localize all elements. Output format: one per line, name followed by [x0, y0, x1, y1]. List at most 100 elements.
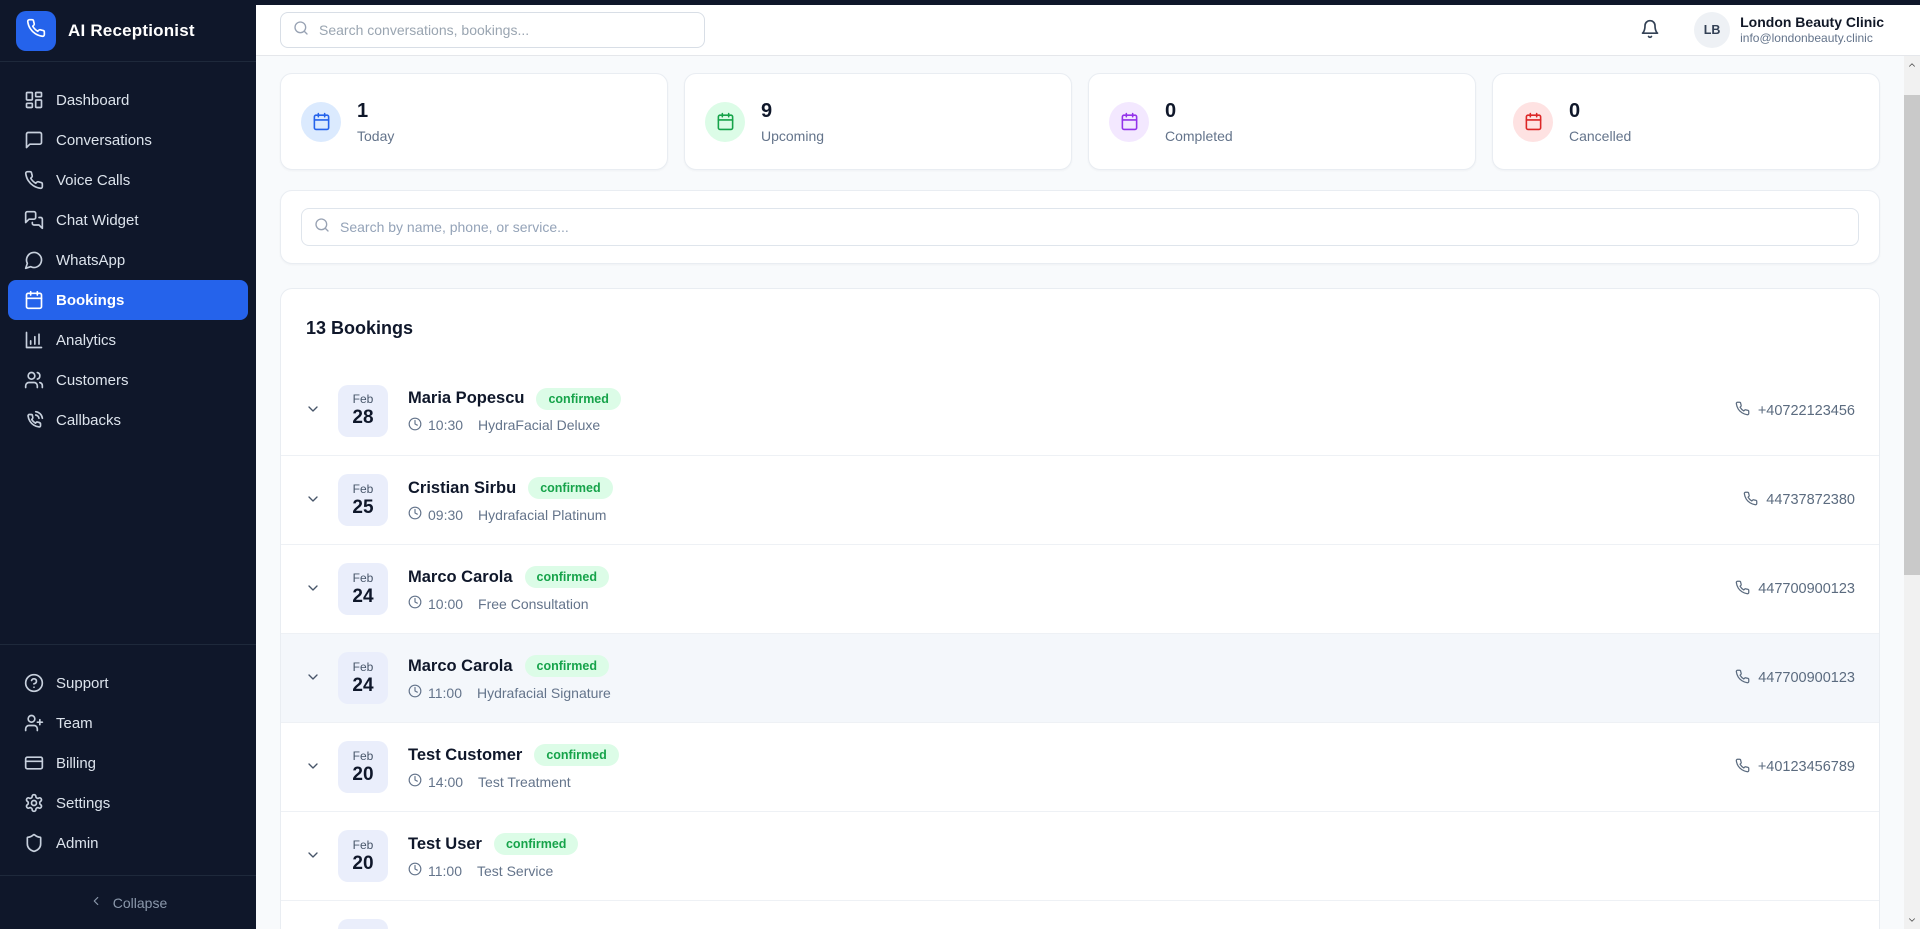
expand-booking-button[interactable]	[305, 491, 321, 510]
status-badge: confirmed	[525, 655, 609, 677]
booking-time: 09:30	[428, 507, 463, 523]
sidebar-item-label: Dashboard	[56, 92, 129, 109]
booking-service: Test Service	[477, 863, 553, 879]
chevron-down-icon	[305, 401, 321, 420]
top-header: LB London Beauty Clinic info@londonbeaut…	[256, 5, 1920, 56]
date-badge: Feb28	[338, 385, 388, 437]
booking-time: 14:00	[428, 774, 463, 790]
search-icon	[314, 217, 330, 238]
booking-row[interactable]: Feb28Maria Popescuconfirmed10:30HydraFac…	[281, 366, 1879, 455]
booking-row[interactable]: FebCristian Sirbuconfirmed	[281, 900, 1879, 929]
status-badge: confirmed	[528, 477, 612, 499]
global-search-input[interactable]	[319, 22, 692, 38]
stat-text: 1Today	[357, 100, 394, 144]
analytics-icon	[24, 330, 44, 350]
sidebar-item-label: WhatsApp	[56, 252, 125, 269]
header-right: LB London Beauty Clinic info@londonbeaut…	[1640, 12, 1884, 48]
clock-icon	[408, 684, 422, 701]
vertical-scrollbar[interactable]	[1904, 56, 1920, 929]
expand-booking-button[interactable]	[305, 401, 321, 420]
date-day: 20	[352, 764, 373, 786]
date-day: 24	[352, 675, 373, 697]
sidebar-item-settings[interactable]: Settings	[8, 783, 248, 823]
stat-card-upcoming: 9Upcoming	[684, 73, 1072, 170]
customer-name: Cristian Sirbu	[408, 479, 516, 498]
customer-name: Marco Carola	[408, 568, 513, 587]
bookings-search	[301, 208, 1859, 246]
help-circle-icon	[24, 673, 44, 693]
clock-icon	[408, 862, 422, 879]
status-badge: confirmed	[525, 566, 609, 588]
search-icon	[293, 20, 309, 41]
callbacks-icon	[24, 410, 44, 430]
bookings-heading: 13 Bookings	[281, 318, 1879, 339]
bookings-search-input[interactable]	[340, 219, 1846, 235]
notifications-button[interactable]	[1640, 19, 1660, 42]
chevron-down-icon	[305, 669, 321, 688]
stat-value: 0	[1165, 100, 1233, 123]
status-badge: confirmed	[494, 833, 578, 855]
booking-row[interactable]: Feb20 Test Customerconfirmed14:00Test Tre…	[281, 722, 1879, 811]
gear-icon	[24, 793, 44, 813]
sidebar-item-label: Callbacks	[56, 412, 121, 429]
stat-value: 0	[1569, 100, 1631, 123]
sidebar-item-whatsapp[interactable]: WhatsApp	[8, 240, 248, 280]
bell-icon	[1640, 19, 1660, 42]
scroll-up-button[interactable]	[1904, 56, 1920, 74]
phone-icon	[1735, 758, 1750, 777]
clock-icon	[408, 506, 422, 523]
sidebar-item-label: Conversations	[56, 132, 152, 149]
booking-row[interactable]: Feb25Cristian Sirbuconfirmed09:30Hydrafa…	[281, 455, 1879, 544]
sidebar-item-chat-widget[interactable]: Chat Widget	[8, 200, 248, 240]
sidebar-item-voice-calls[interactable]: Voice Calls	[8, 160, 248, 200]
phone-icon	[1735, 580, 1750, 599]
scrollbar-thumb[interactable]	[1904, 95, 1920, 575]
sidebar-item-dashboard[interactable]: Dashboard	[8, 80, 248, 120]
account-email: info@londonbeauty.clinic	[1740, 31, 1884, 47]
date-month: Feb	[353, 482, 374, 496]
date-badge: Feb20	[338, 830, 388, 882]
app-logo	[16, 11, 56, 51]
expand-booking-button[interactable]	[305, 580, 321, 599]
sidebar-item-conversations[interactable]: Conversations	[8, 120, 248, 160]
sidebar-spacer	[0, 440, 256, 644]
chevron-down-icon	[305, 491, 321, 510]
sidebar-item-billing[interactable]: Billing	[8, 743, 248, 783]
sidebar-item-customers[interactable]: Customers	[8, 360, 248, 400]
booking-phone: 447700900123	[1735, 580, 1855, 599]
calendar-icon	[24, 290, 44, 310]
sidebar-item-admin[interactable]: Admin	[8, 823, 248, 863]
phone-icon	[26, 18, 46, 43]
sidebar-item-analytics[interactable]: Analytics	[8, 320, 248, 360]
account-menu[interactable]: LB London Beauty Clinic info@londonbeaut…	[1694, 12, 1884, 48]
expand-booking-button[interactable]	[305, 669, 321, 688]
sidebar-item-callbacks[interactable]: Callbacks	[8, 400, 248, 440]
phone-icon	[1735, 401, 1750, 420]
customer-name: Marco Carola	[408, 657, 513, 676]
sidebar-item-support[interactable]: Support	[8, 663, 248, 703]
date-month: Feb	[353, 749, 374, 763]
booking-row[interactable]: Feb20Test Userconfirmed11:00Test Service	[281, 811, 1879, 900]
booking-row[interactable]: Feb24Marco Carolaconfirmed11:00Hydrafaci…	[281, 633, 1879, 722]
sidebar-item-team[interactable]: Team	[8, 703, 248, 743]
expand-booking-button[interactable]	[305, 847, 321, 866]
phone-icon	[1743, 491, 1758, 510]
sidebar-item-bookings[interactable]: Bookings	[8, 280, 248, 320]
sidebar-collapse-button[interactable]: Collapse	[0, 875, 256, 929]
booking-main: Test Customerconfirmed14:00Test Treatmen…	[408, 744, 619, 790]
calendar-icon	[1109, 102, 1149, 142]
booking-service: Free Consultation	[478, 596, 589, 612]
expand-booking-button[interactable]	[305, 758, 321, 777]
booking-phone: 44737872380	[1743, 491, 1855, 510]
conversations-icon	[24, 130, 44, 150]
clock-icon	[408, 773, 422, 790]
sidebar-item-label: Voice Calls	[56, 172, 130, 189]
booking-service: Hydrafacial Signature	[477, 685, 611, 701]
booking-row[interactable]: Feb24Marco Carolaconfirmed10:00Free Cons…	[281, 544, 1879, 633]
shield-icon	[24, 833, 44, 853]
booking-time: 11:00	[428, 685, 462, 701]
whatsapp-icon	[24, 250, 44, 270]
phone-number: +40722123456	[1758, 403, 1855, 419]
date-month: Feb	[353, 571, 374, 585]
scroll-down-button[interactable]	[1904, 911, 1920, 929]
